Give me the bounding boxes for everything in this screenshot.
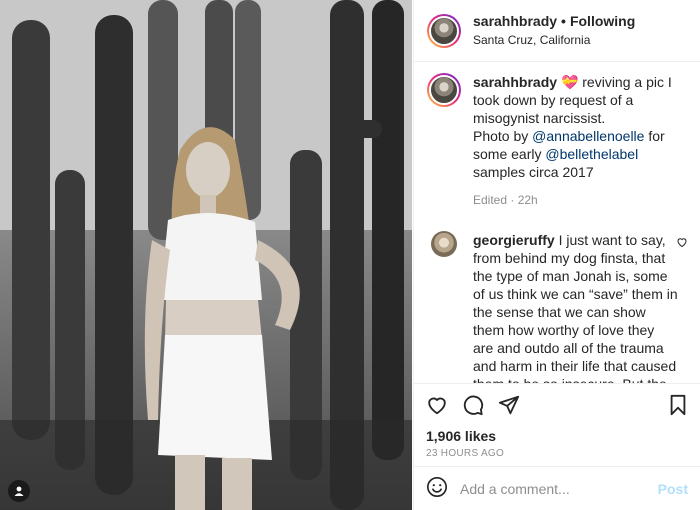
caption-text: sarahhbrady 💝 reviving a pic I took down… — [473, 73, 687, 209]
following-button[interactable]: Following — [570, 13, 635, 29]
caption: sarahhbrady 💝 reviving a pic I took down… — [414, 63, 700, 209]
comment-body: I just want to say, from behind my dog f… — [473, 232, 678, 383]
tag-user-icon[interactable] — [8, 480, 30, 502]
likes-count[interactable]: 1,906 likes — [426, 428, 688, 444]
header-text: sarahhbrady • Following Santa Cruz, Califo… — [473, 13, 635, 49]
comment-text: georgieruffy I just want to say, from be… — [473, 231, 678, 383]
separator-dot: • — [561, 12, 566, 29]
avatar[interactable] — [427, 13, 461, 48]
bookmark-icon[interactable] — [668, 394, 688, 416]
heart-emoji: 💝 — [560, 74, 579, 90]
comments-scroll-area[interactable]: sarahhbrady 💝 reviving a pic I took down… — [414, 63, 700, 383]
add-comment-bar: Post — [414, 466, 700, 510]
caption-username[interactable]: sarahhbrady — [473, 74, 557, 90]
post-detail-panel: sarahhbrady • Following Santa Cruz, Califo… — [413, 0, 700, 510]
caption-meta: Edited · 22h — [473, 193, 538, 207]
share-icon[interactable] — [498, 394, 520, 416]
comment-input[interactable] — [460, 480, 658, 497]
avatar-image — [429, 15, 459, 46]
caption-avatar[interactable] — [427, 73, 461, 107]
location-link[interactable]: Santa Cruz, California — [473, 32, 635, 49]
action-bar: 1,906 likes 23 HOURS AGO — [414, 383, 700, 465]
caption-body-4: samples circa 2017 — [473, 164, 594, 180]
author-username[interactable]: sarahhbrady — [473, 13, 557, 29]
mention-link[interactable]: @annabellenoelle — [532, 128, 644, 144]
post-button[interactable]: Post — [658, 481, 688, 497]
comment: georgieruffy I just want to say, from be… — [414, 209, 700, 383]
photo-image — [0, 0, 412, 510]
heart-small-icon[interactable] — [676, 235, 688, 251]
post-header: sarahhbrady • Following Santa Cruz, Califo… — [414, 0, 700, 62]
commenter-avatar[interactable] — [431, 231, 457, 257]
caption-body-2: Photo by — [473, 128, 533, 144]
commenter-username[interactable]: georgieruffy — [473, 232, 555, 248]
heart-icon[interactable] — [426, 394, 448, 416]
action-icons — [426, 394, 688, 416]
post-photo[interactable] — [0, 0, 412, 510]
avatar-image — [429, 75, 459, 105]
post-timestamp[interactable]: 23 HOURS AGO — [426, 448, 688, 459]
mention-link[interactable]: @bellethelabel — [545, 146, 638, 162]
comment-icon[interactable] — [462, 394, 484, 416]
emoji-icon[interactable] — [426, 476, 448, 501]
